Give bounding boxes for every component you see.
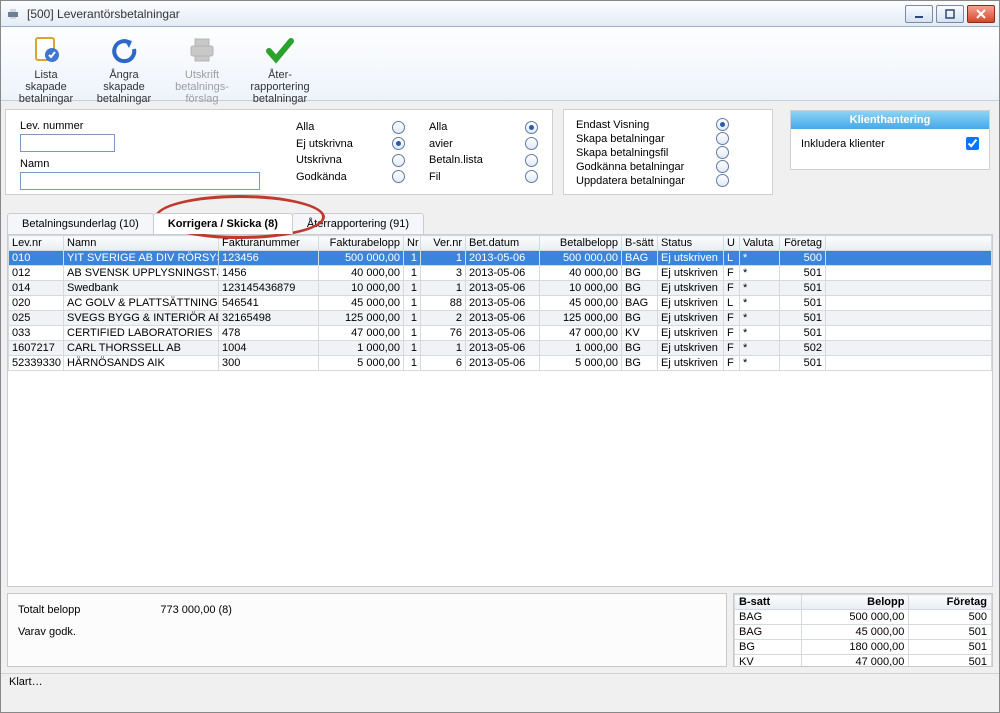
radio-label: avier	[429, 138, 491, 150]
col-header[interactable]: Företag	[780, 236, 826, 251]
radio-1-0[interactable]	[525, 121, 538, 134]
col-header[interactable]: Betalbelopp	[540, 236, 622, 251]
radio-label: Godkända	[296, 171, 358, 183]
col-header[interactable]: Fakturanummer	[219, 236, 319, 251]
namn-label: Namn	[20, 158, 296, 170]
table-row[interactable]: 012AB SVENSK UPPLYSNINGSTJ145640 000,001…	[9, 266, 992, 281]
option-3[interactable]	[716, 160, 729, 173]
include-clients-label: Inkludera klienter	[801, 138, 966, 150]
option-2[interactable]	[716, 146, 729, 159]
option-0[interactable]	[716, 118, 729, 131]
radio-label: Betaln.lista	[429, 154, 491, 166]
option-label: Skapa betalningsfil	[576, 147, 706, 159]
toolbar-label: Utskrift betalnings- förslag	[163, 69, 241, 105]
sum-header[interactable]: B-satt	[735, 595, 802, 610]
col-header[interactable]: Bet.datum	[466, 236, 540, 251]
table-row[interactable]: 1607217CARL THORSSELL AB10041 000,001120…	[9, 341, 992, 356]
print-icon	[163, 33, 241, 67]
total-value: 773 000,00 (8)	[160, 604, 232, 616]
klienthantering-panel: Klienthantering Inkludera klienter	[790, 110, 990, 170]
printer-icon	[5, 6, 21, 22]
tab-bar: Betalningsunderlag (10)Korrigera / Skick…	[7, 213, 993, 235]
option-label: Endast Visning	[576, 119, 706, 131]
include-clients-checkbox[interactable]	[966, 137, 979, 150]
radio-label: Alla	[296, 121, 358, 133]
radio-0-0[interactable]	[392, 121, 405, 134]
toolbar-label: Lista skapade betalningar	[7, 69, 85, 105]
toolbar-item-0[interactable]: Lista skapade betalningar	[7, 31, 85, 96]
sum-row[interactable]: BG180 000,00501	[735, 640, 992, 655]
close-button[interactable]	[967, 5, 995, 23]
sum-row[interactable]: KV47 000,00501	[735, 655, 992, 668]
list-doc-icon	[7, 33, 85, 67]
lev-nummer-label: Lev. nummer	[20, 120, 296, 132]
radio-1-1[interactable]	[525, 137, 538, 150]
table-row[interactable]: 020AC GOLV & PLATTSÄTTNING54654145 000,0…	[9, 296, 992, 311]
radio-label: Ej utskrivna	[296, 138, 358, 150]
col-header[interactable]: B-sätt	[622, 236, 658, 251]
table-row[interactable]: 010YIT SVERIGE AB DIV RÖRSYS123456500 00…	[9, 251, 992, 266]
table-row[interactable]: 025SVEGS BYGG & INTERIÖR AB32165498125 0…	[9, 311, 992, 326]
approved-label: Varav godk.	[18, 626, 76, 638]
col-header[interactable]: Lev.nr	[9, 236, 64, 251]
option-4[interactable]	[716, 174, 729, 187]
window-title: [500] Leverantörsbetalningar	[27, 7, 180, 21]
tab-0[interactable]: Betalningsunderlag (10)	[7, 213, 154, 234]
col-header[interactable]: Status	[658, 236, 724, 251]
check-icon	[241, 33, 319, 67]
sum-row[interactable]: BAG500 000,00500	[735, 610, 992, 625]
tab-2[interactable]: Återrapportering (91)	[292, 213, 424, 234]
radio-label: Utskrivna	[296, 154, 358, 166]
table-row[interactable]: 52339330HÄRNÖSANDS AIK3005 000,00162013-…	[9, 356, 992, 371]
titlebar: [500] Leverantörsbetalningar	[1, 1, 999, 27]
namn-input[interactable]	[20, 172, 260, 190]
sum-header[interactable]: Belopp	[802, 595, 909, 610]
toolbar-item-1[interactable]: Ångra skapade betalningar	[85, 31, 163, 96]
radio-1-2[interactable]	[525, 154, 538, 167]
lev-nummer-input[interactable]	[20, 134, 115, 152]
radio-0-3[interactable]	[392, 170, 405, 183]
col-header[interactable]: Namn	[64, 236, 219, 251]
undo-icon	[85, 33, 163, 67]
status-bar: Klart…	[1, 673, 999, 693]
payments-grid[interactable]: Lev.nrNamnFakturanummerFakturabeloppNrVe…	[7, 235, 993, 587]
radio-0-2[interactable]	[392, 154, 405, 167]
toolbar: Lista skapade betalningarÅngra skapade b…	[1, 27, 999, 101]
col-header[interactable]: Ver.nr	[421, 236, 466, 251]
option-label: Skapa betalningar	[576, 133, 706, 145]
option-label: Uppdatera betalningar	[576, 175, 706, 187]
radio-label: Alla	[429, 121, 491, 133]
col-header[interactable]: Nr	[404, 236, 421, 251]
toolbar-label: Åter- rapportering betalningar	[241, 69, 319, 105]
tab-1[interactable]: Korrigera / Skicka (8)	[153, 213, 293, 234]
filter-panel: Lev. nummer Namn Alla Ej utskrivna Utskriv…	[5, 109, 553, 195]
klienthantering-title: Klienthantering	[791, 111, 989, 129]
col-header[interactable]: Valuta	[740, 236, 780, 251]
option-label: Godkänna betalningar	[576, 161, 706, 173]
radio-label: Fil	[429, 171, 491, 183]
toolbar-item-3[interactable]: Åter- rapportering betalningar	[241, 31, 319, 96]
status-text: Klart…	[9, 676, 43, 688]
table-row[interactable]: 033CERTIFIED LABORATORIES47847 000,00176…	[9, 326, 992, 341]
table-row[interactable]: 014Swedbank12314543687910 000,00112013-0…	[9, 281, 992, 296]
options-panel: Endast Visning Skapa betalningar Skapa bet…	[563, 109, 773, 195]
col-header[interactable]: U	[724, 236, 740, 251]
totals-panel: Totalt belopp 773 000,00 (8) Varav godk.	[7, 593, 727, 667]
total-label: Totalt belopp	[18, 604, 80, 616]
radio-1-3[interactable]	[525, 170, 538, 183]
radio-0-1[interactable]	[392, 137, 405, 150]
maximize-button[interactable]	[936, 5, 964, 23]
sum-header[interactable]: Företag	[909, 595, 992, 610]
minimize-button[interactable]	[905, 5, 933, 23]
option-1[interactable]	[716, 132, 729, 145]
col-header[interactable]: Fakturabelopp	[319, 236, 404, 251]
sum-row[interactable]: BAG45 000,00501	[735, 625, 992, 640]
toolbar-item-2: Utskrift betalnings- förslag	[163, 31, 241, 96]
summary-grid[interactable]: B-sattBeloppFöretagBAG500 000,00500BAG45…	[733, 593, 993, 667]
toolbar-label: Ångra skapade betalningar	[85, 69, 163, 105]
